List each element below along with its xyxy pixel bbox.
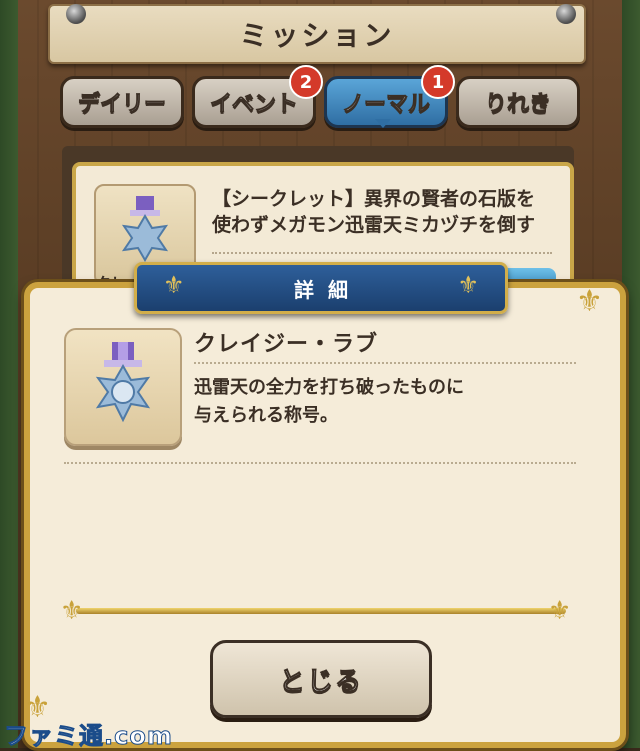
item-description: 迅雷天の全力を打ち破ったものに 与えられる称号。 [194,374,574,430]
fleur-de-lis-icon: ⚜ [457,271,479,299]
active-tab-pointer [375,119,391,128]
mission-line-1: 【シークレット】異界の賢者の石版を [212,188,536,210]
fleur-de-lis-icon: ⚜ [60,596,84,626]
left-edge [0,0,18,748]
detail-title: 詳細 [294,277,362,302]
mission-description: 【シークレット】異界の賢者の石版を 使わずメガモン迅雷天ミカヅチを倒す [212,186,552,238]
tab-event[interactable]: イベント 2 [192,65,323,128]
tab-normal-label: ノーマル [341,92,430,118]
watermark-logo: ファミ通.com [4,722,173,751]
fleur-de-lis-icon: ⚜ [548,596,572,626]
title-banner: ミッション [48,4,586,64]
item-description-line-1: 迅雷天の全力を打ち破ったものに [194,377,464,398]
page-title: ミッション [239,19,395,52]
tab-event-label: イベント [209,92,298,118]
medal-icon [95,342,151,423]
tab-history[interactable]: りれき [456,76,580,128]
item-description-line-2: 与えられる称号。 [194,405,338,426]
mission-line-2: 使わずメガモン迅雷天ミカヅチを倒す [212,214,536,236]
divider [194,362,576,364]
close-button[interactable]: とじる [210,640,432,718]
item-medal-box [64,328,182,446]
close-button-label: とじる [278,666,363,697]
divider [212,252,552,254]
decorative-bar [76,608,566,614]
divider [64,462,576,464]
fleur-de-lis-icon: ⚜ [163,271,185,299]
notification-badge: 1 [421,65,455,99]
tab-daily[interactable]: デイリー [60,76,184,128]
tab-history-label: りれき [484,92,551,118]
notification-badge: 2 [289,65,323,99]
item-name: クレイジー・ラブ [194,332,379,357]
pin-icon [556,4,576,24]
pin-icon [66,4,86,24]
tab-daily-label: デイリー [77,92,166,118]
detail-header: ⚜ 詳細 ⚜ [134,262,508,314]
fleur-de-lis-icon: ⚜ [576,284,603,319]
